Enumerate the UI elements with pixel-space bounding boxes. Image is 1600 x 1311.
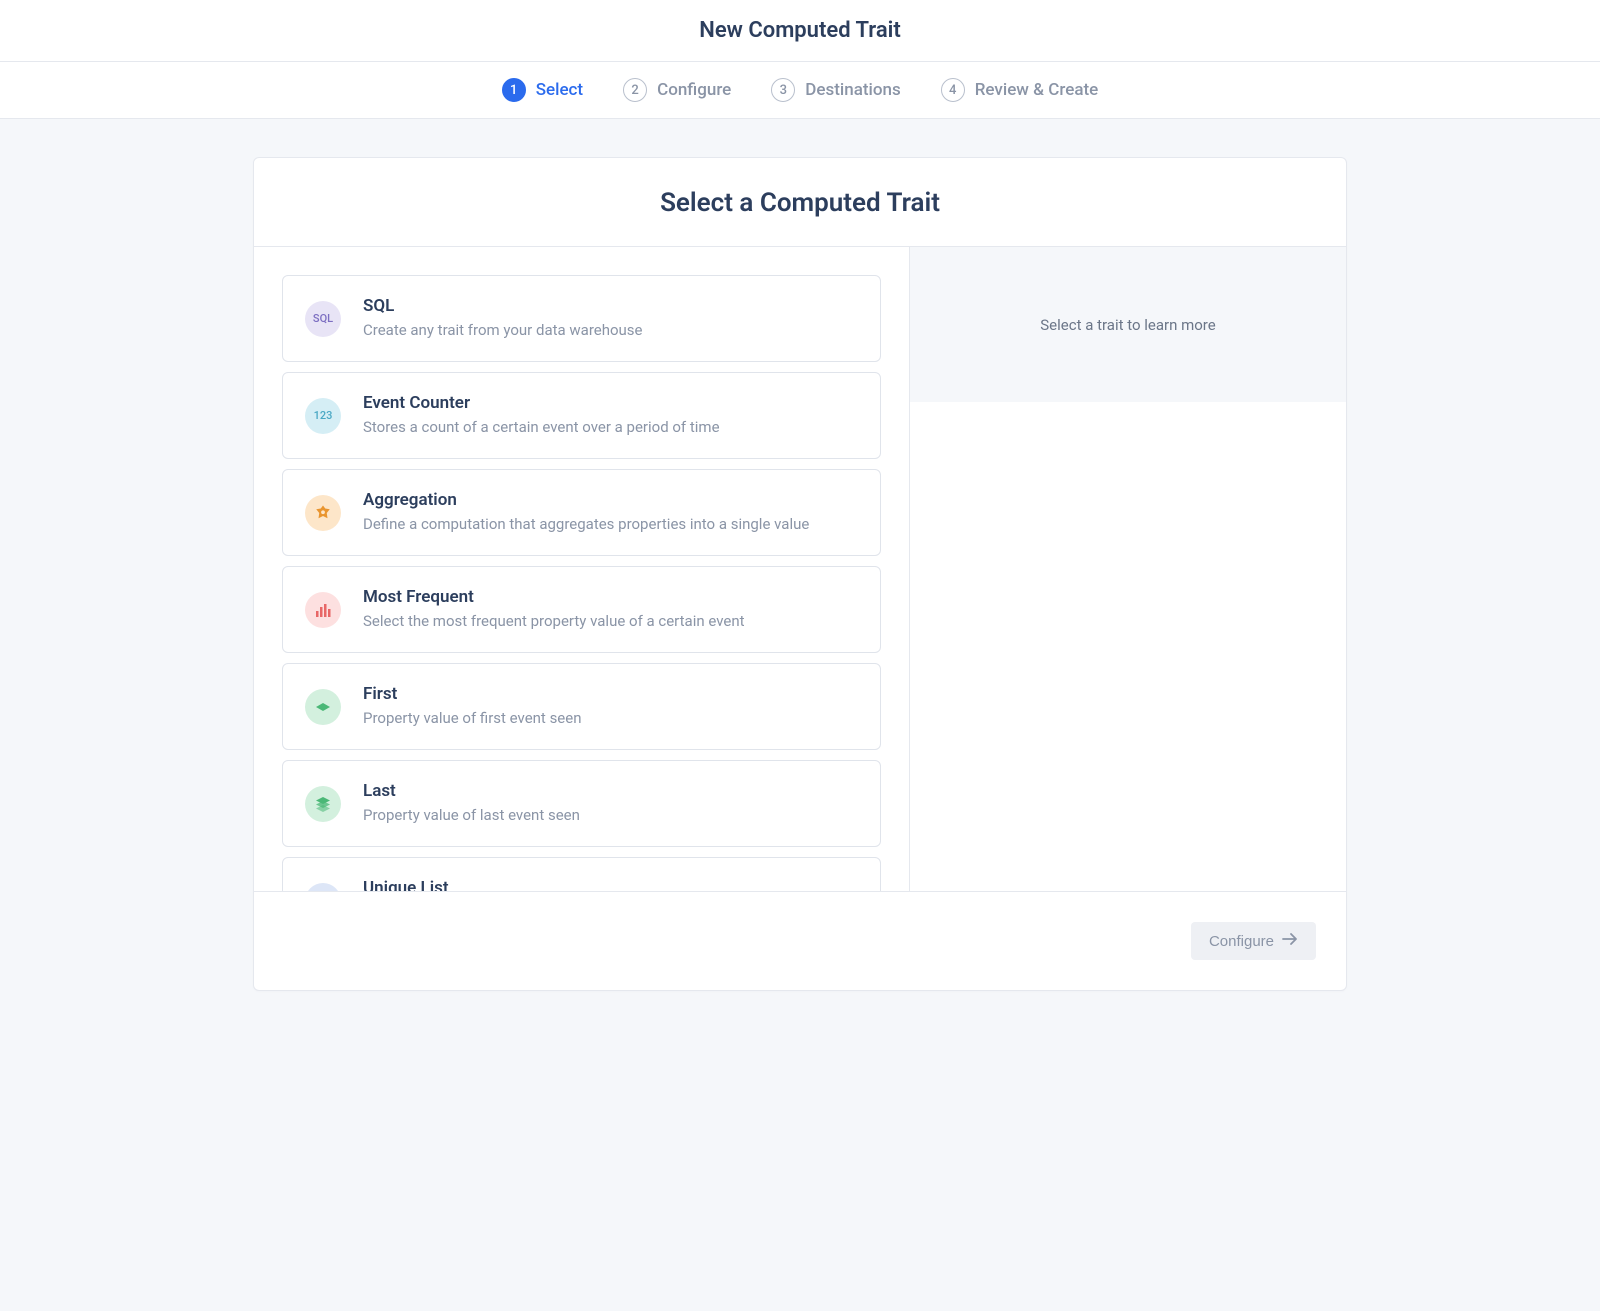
step-label: Destinations [805, 80, 900, 100]
trait-card-first[interactable]: First Property value of first event seen [282, 663, 881, 750]
aggregation-icon [305, 495, 341, 531]
main-card: Select a Computed Trait SQL SQL Create a… [253, 157, 1347, 991]
trait-title: First [363, 684, 858, 704]
trait-card-event-counter[interactable]: 123 Event Counter Stores a count of a ce… [282, 372, 881, 459]
configure-button[interactable]: Configure [1191, 922, 1316, 960]
step-number: 1 [502, 78, 526, 102]
trait-title: SQL [363, 296, 858, 316]
card-body: SQL SQL Create any trait from your data … [254, 247, 1346, 891]
step-configure[interactable]: 2 Configure [623, 78, 731, 102]
trait-card-aggregation[interactable]: Aggregation Define a computation that ag… [282, 469, 881, 556]
page-title: New Computed Trait [0, 18, 1600, 43]
trait-title: Most Frequent [363, 587, 858, 607]
trait-desc: Stores a count of a certain event over a… [363, 417, 858, 438]
step-label: Select [536, 80, 583, 100]
layers-icon [305, 786, 341, 822]
configure-button-label: Configure [1209, 933, 1274, 950]
trait-text: First Property value of first event seen [363, 684, 858, 729]
trait-title: Event Counter [363, 393, 858, 413]
step-number: 2 [623, 78, 647, 102]
step-review-create[interactable]: 4 Review & Create [941, 78, 1099, 102]
counter-icon: 123 [305, 398, 341, 434]
trait-text: Last Property value of last event seen [363, 781, 858, 826]
sql-icon: SQL [305, 301, 341, 337]
stepper: 1 Select 2 Configure 3 Destinations 4 Re… [0, 62, 1600, 119]
step-select[interactable]: 1 Select [502, 78, 583, 102]
trait-card-most-frequent[interactable]: Most Frequent Select the most frequent p… [282, 566, 881, 653]
trait-title: Last [363, 781, 858, 801]
numbered-list-icon: 1 2 [305, 883, 341, 892]
detail-placeholder: Select a trait to learn more [910, 247, 1346, 402]
step-destinations[interactable]: 3 Destinations [771, 78, 900, 102]
bar-chart-icon [305, 592, 341, 628]
trait-title: Aggregation [363, 490, 858, 510]
arrow-right-icon [1282, 932, 1298, 950]
step-number: 3 [771, 78, 795, 102]
trait-text: Event Counter Stores a count of a certai… [363, 393, 858, 438]
detail-empty [910, 402, 1346, 891]
trait-desc: Create any trait from your data warehous… [363, 320, 858, 341]
trait-desc: Define a computation that aggregates pro… [363, 514, 858, 535]
card-footer: Configure [254, 891, 1346, 990]
trait-card-last[interactable]: Last Property value of last event seen [282, 760, 881, 847]
trait-title: Unique List [363, 878, 858, 891]
trait-desc: Select the most frequent property value … [363, 611, 858, 632]
trait-desc: Property value of last event seen [363, 805, 858, 826]
layer-top-icon [305, 689, 341, 725]
trait-card-sql[interactable]: SQL SQL Create any trait from your data … [282, 275, 881, 362]
trait-text: SQL Create any trait from your data ware… [363, 296, 858, 341]
step-label: Review & Create [975, 80, 1099, 100]
card-header: Select a Computed Trait [254, 158, 1346, 247]
trait-text: Aggregation Define a computation that ag… [363, 490, 858, 535]
page-header: New Computed Trait [0, 0, 1600, 62]
traits-list: SQL SQL Create any trait from your data … [254, 247, 909, 891]
detail-panel: Select a trait to learn more [909, 247, 1346, 891]
step-number: 4 [941, 78, 965, 102]
card-title: Select a Computed Trait [254, 188, 1346, 218]
trait-text: Unique List Unique list of values from e… [363, 878, 858, 891]
trait-desc: Property value of first event seen [363, 708, 858, 729]
trait-card-unique-list[interactable]: 1 2 Unique List Unique list of values fr… [282, 857, 881, 891]
trait-text: Most Frequent Select the most frequent p… [363, 587, 858, 632]
step-label: Configure [657, 80, 731, 100]
